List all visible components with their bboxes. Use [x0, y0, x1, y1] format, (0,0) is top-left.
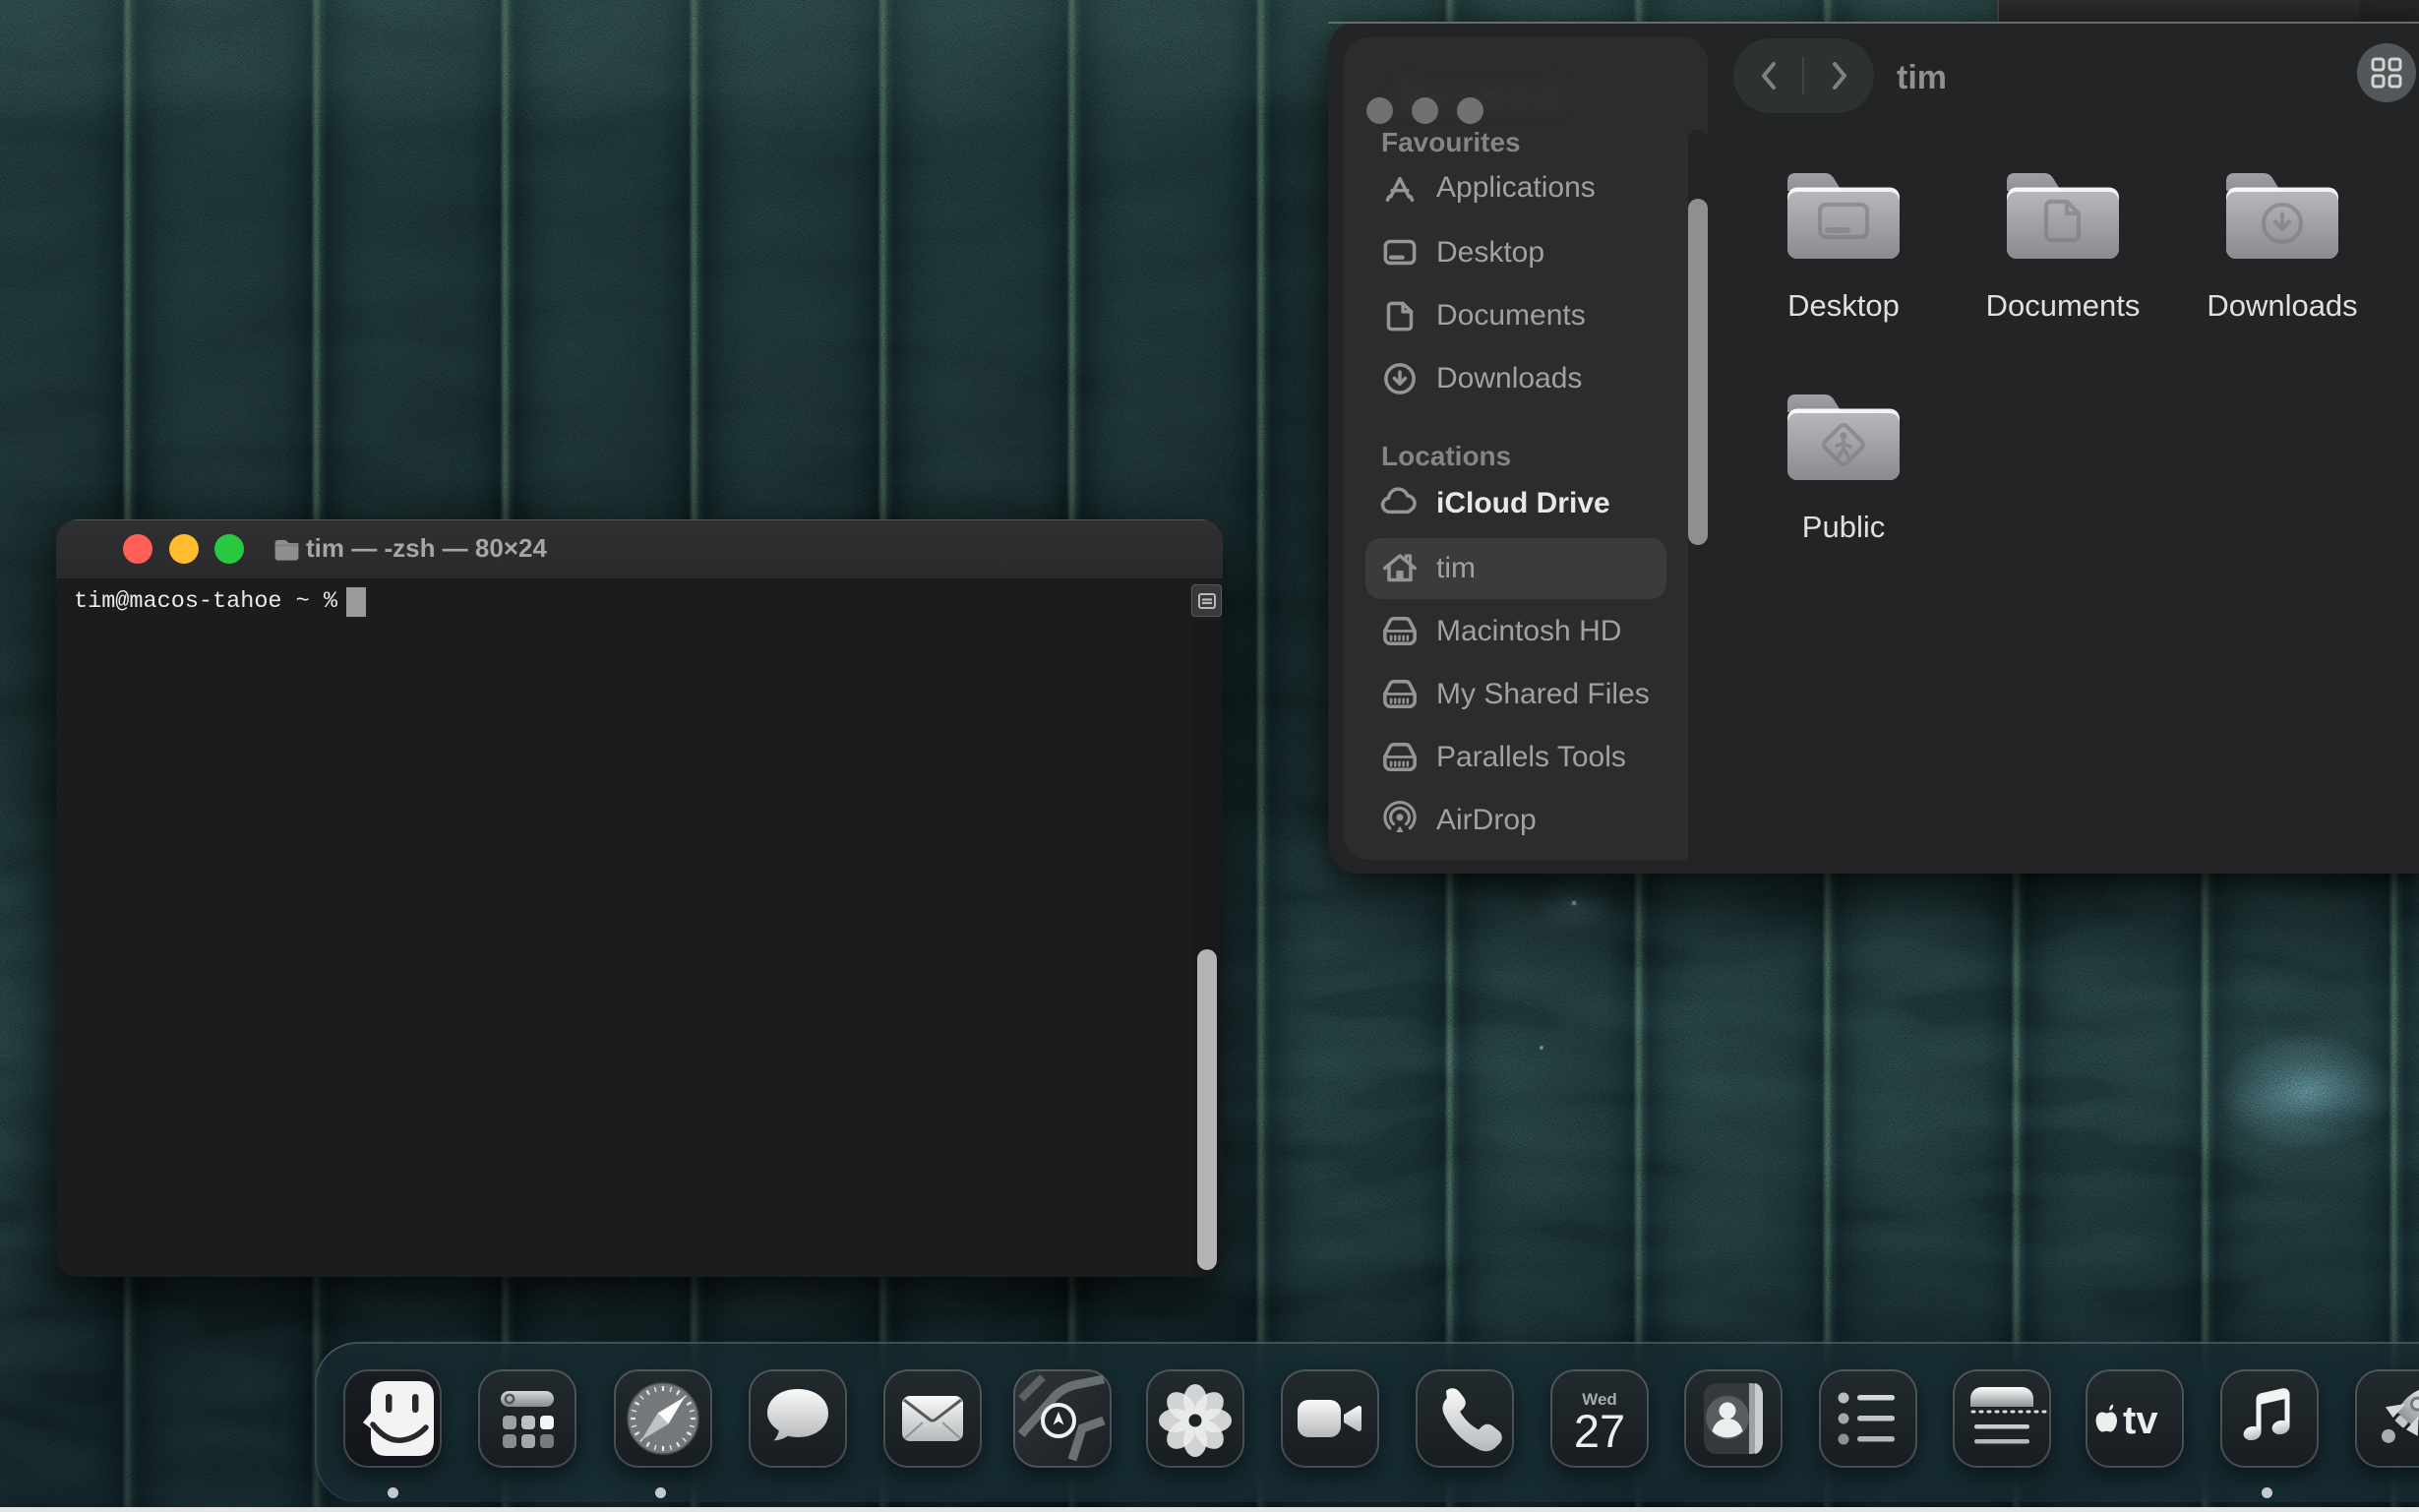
- svg-text:27: 27: [1574, 1405, 1625, 1457]
- svg-text:tv: tv: [2123, 1399, 2158, 1442]
